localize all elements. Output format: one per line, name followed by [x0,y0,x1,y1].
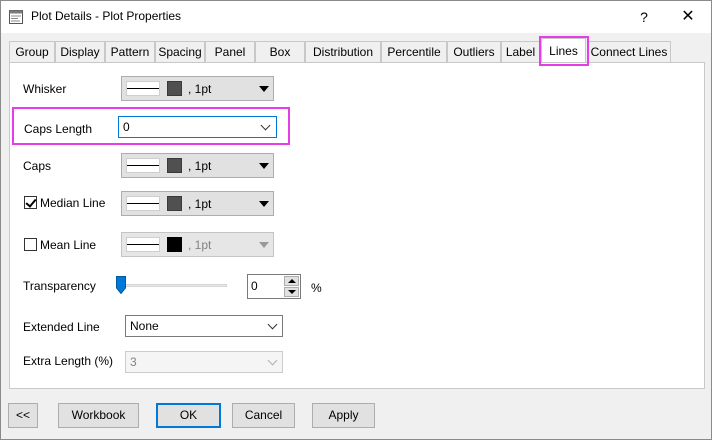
tab-pattern[interactable]: Pattern [105,41,155,62]
dropdown-arrow-icon [259,242,269,248]
median-line-style-swatch [126,196,160,211]
tab-distribution[interactable]: Distribution [305,41,381,62]
caps-line-combo[interactable]: , 1pt [121,153,274,178]
tab-box[interactable]: Box [255,41,305,62]
chevron-down-icon [267,319,278,330]
mean-line-combo: , 1pt [121,232,274,257]
transparency-value: 0 [251,279,258,293]
median-line-combo[interactable]: , 1pt [121,191,274,216]
median-color-swatch [167,196,182,211]
transparency-spin-input[interactable]: 0 [247,274,301,299]
mean-line-style-swatch [126,237,160,252]
spin-down-icon [288,290,296,294]
tab-lines[interactable]: Lines [541,38,586,62]
caps-line-style-swatch [126,158,160,173]
spin-up-icon [288,279,296,283]
apply-button[interactable]: Apply [312,403,375,428]
whisker-line-combo[interactable]: , 1pt [121,76,274,101]
mean-width-value: , 1pt [188,238,212,252]
plot-details-icon [9,10,23,24]
dropdown-arrow-icon [259,86,269,92]
caps-length-value: 0 [123,120,130,134]
chevron-down-icon [260,120,271,131]
transparency-slider-thumb[interactable] [116,276,126,294]
spin-down-button[interactable] [284,287,299,297]
median-width-value: , 1pt [188,197,212,211]
whisker-color-swatch [167,81,182,96]
dropdown-arrow-icon [259,163,269,169]
whisker-width-value: , 1pt [188,82,212,96]
caps-color-swatch [167,158,182,173]
window-title: Plot Details - Plot Properties [31,9,182,23]
extra-length-value: 3 [130,355,137,369]
transparency-label: Transparency [23,279,96,293]
caps-length-combo[interactable]: 0 [118,116,277,138]
tab-outliers[interactable]: Outliers [447,41,501,62]
tab-group[interactable]: Group [9,41,55,62]
extra-length-combo: 3 [125,351,283,373]
extended-line-label: Extended Line [23,320,100,334]
dropdown-arrow-icon [259,201,269,207]
transparency-unit: % [311,281,322,295]
median-line-label: Median Line [40,196,106,210]
caps-label: Caps [23,159,52,173]
tab-spacing[interactable]: Spacing [155,41,205,62]
cancel-button[interactable]: Cancel [232,403,295,428]
help-button[interactable]: ? [623,1,665,33]
close-button[interactable]: ✕ [667,1,709,33]
extended-line-combo[interactable]: None [125,315,283,337]
title-bar: Plot Details - Plot Properties ? ✕ [1,1,711,33]
caps-length-label: Caps Length [24,122,93,136]
plot-details-dialog: Plot Details - Plot Properties ? ✕ Group… [0,0,712,440]
collapse-button[interactable]: << [8,403,38,428]
tab-connect-lines[interactable]: Connect Lines [587,41,671,62]
whisker-line-style-swatch [126,81,160,96]
close-icon: ✕ [681,8,695,25]
lines-tab-panel [9,62,705,389]
whisker-label: Whisker [23,82,67,96]
mean-line-checkbox[interactable] [24,238,37,251]
help-icon: ? [640,9,648,25]
caps-width-value: , 1pt [188,159,212,173]
mean-color-swatch [167,237,182,252]
tab-display[interactable]: Display [55,41,105,62]
median-line-checkbox[interactable] [24,196,37,209]
tab-label[interactable]: Label [501,41,540,62]
workbook-button[interactable]: Workbook [58,403,139,428]
tab-percentile[interactable]: Percentile [381,41,447,62]
ok-button[interactable]: OK [156,403,221,428]
tab-panel[interactable]: Panel [205,41,255,62]
transparency-slider-track[interactable] [117,284,227,287]
extended-line-value: None [130,319,159,333]
mean-line-label: Mean Line [40,238,97,252]
chevron-down-icon [267,355,278,366]
spin-up-button[interactable] [284,276,299,286]
extra-length-label: Extra Length (%) [23,354,114,368]
